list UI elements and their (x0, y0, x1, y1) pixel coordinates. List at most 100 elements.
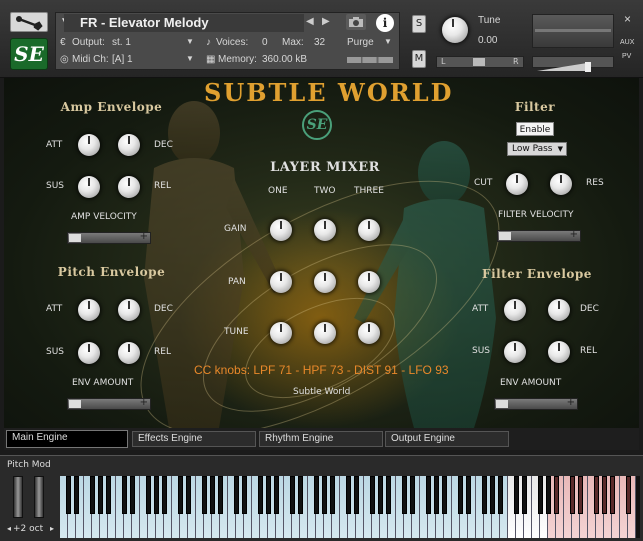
amp-decay-knob[interactable] (118, 134, 140, 156)
filter-sustain-knob[interactable] (504, 341, 526, 363)
purge-button[interactable]: Purge (347, 37, 374, 48)
black-key[interactable] (129, 476, 135, 514)
tune-knob[interactable] (442, 17, 468, 43)
black-key[interactable] (369, 476, 375, 514)
black-key[interactable] (609, 476, 615, 514)
purge-dropdown-icon[interactable]: ▼ (384, 37, 392, 46)
pitch-sustain-knob[interactable] (78, 342, 100, 364)
layer-one-pan-knob[interactable] (270, 271, 292, 293)
black-key[interactable] (409, 476, 415, 514)
pitch-bend-wheel[interactable] (13, 476, 23, 518)
pitch-env-amount-slider[interactable]: + (67, 397, 151, 410)
pitch-attack-knob[interactable] (78, 299, 100, 321)
black-key[interactable] (233, 476, 239, 514)
black-key[interactable] (313, 476, 319, 514)
black-key[interactable] (353, 476, 359, 514)
amp-velocity-slider[interactable]: + (67, 231, 151, 244)
filter-cutoff-knob[interactable] (506, 173, 528, 195)
black-key[interactable] (625, 476, 631, 514)
black-key[interactable] (537, 476, 543, 514)
black-key[interactable] (217, 476, 223, 514)
tune-value[interactable]: 0.00 (478, 35, 497, 46)
black-key[interactable] (497, 476, 503, 514)
black-key[interactable] (345, 476, 351, 514)
black-key[interactable] (569, 476, 575, 514)
pv-button[interactable]: PV (622, 53, 631, 60)
octave-down-icon[interactable]: ◂ (7, 524, 11, 533)
midi-channel-select[interactable]: [A] 1 (112, 54, 133, 65)
black-key[interactable] (441, 476, 447, 514)
octave-up-icon[interactable]: ▸ (50, 524, 54, 533)
black-key[interactable] (289, 476, 295, 514)
midi-dropdown-icon[interactable]: ▼ (186, 54, 194, 63)
black-key[interactable] (593, 476, 599, 514)
layer-two-gain-knob[interactable] (314, 219, 336, 241)
wrench-button[interactable] (10, 12, 48, 32)
black-key[interactable] (153, 476, 159, 514)
black-key[interactable] (209, 476, 215, 514)
black-key[interactable] (513, 476, 519, 514)
amp-attack-knob[interactable] (78, 134, 100, 156)
black-key[interactable] (577, 476, 583, 514)
tab-main-engine[interactable]: Main Engine (6, 430, 128, 448)
black-key[interactable] (145, 476, 151, 514)
amp-release-knob[interactable] (118, 176, 140, 198)
filter-enable-button[interactable]: Enable (516, 122, 554, 136)
black-key[interactable] (73, 476, 79, 514)
black-key[interactable] (401, 476, 407, 514)
info-icon[interactable]: i (376, 14, 394, 32)
black-key[interactable] (553, 476, 559, 514)
black-key[interactable] (425, 476, 431, 514)
solo-button[interactable]: S (412, 15, 426, 33)
layer-one-gain-knob[interactable] (270, 219, 292, 241)
aux-button[interactable]: AUX (620, 39, 634, 46)
black-key[interactable] (257, 476, 263, 514)
prev-instrument-icon[interactable]: ◀ (306, 16, 314, 27)
black-key[interactable] (321, 476, 327, 514)
layer-three-pan-knob[interactable] (358, 271, 380, 293)
layer-three-gain-knob[interactable] (358, 219, 380, 241)
layer-three-tune-knob[interactable] (358, 322, 380, 344)
close-button[interactable]: × (624, 12, 631, 26)
tab-effects-engine[interactable]: Effects Engine (132, 431, 256, 447)
black-key[interactable] (465, 476, 471, 514)
layer-two-pan-knob[interactable] (314, 271, 336, 293)
amp-sustain-knob[interactable] (78, 176, 100, 198)
layer-two-tune-knob[interactable] (314, 322, 336, 344)
filter-resonance-knob[interactable] (550, 173, 572, 195)
black-key[interactable] (385, 476, 391, 514)
black-key[interactable] (121, 476, 127, 514)
pitch-decay-knob[interactable] (118, 299, 140, 321)
mod-wheel[interactable] (34, 476, 44, 518)
black-key[interactable] (161, 476, 167, 514)
black-key[interactable] (601, 476, 607, 514)
pitch-release-knob[interactable] (118, 342, 140, 364)
black-key[interactable] (545, 476, 551, 514)
black-key[interactable] (273, 476, 279, 514)
black-key[interactable] (241, 476, 247, 514)
output-select[interactable]: st. 1 (112, 37, 131, 48)
black-key[interactable] (65, 476, 71, 514)
tab-output-engine[interactable]: Output Engine (385, 431, 509, 447)
black-key[interactable] (105, 476, 111, 514)
black-key[interactable] (201, 476, 207, 514)
black-key[interactable] (185, 476, 191, 514)
filter-decay-knob[interactable] (548, 299, 570, 321)
mute-button[interactable]: M (412, 50, 426, 68)
filter-attack-knob[interactable] (504, 299, 526, 321)
black-key[interactable] (377, 476, 383, 514)
black-key[interactable] (457, 476, 463, 514)
camera-icon[interactable] (346, 14, 366, 30)
instrument-name[interactable]: FR - Elevator Melody (64, 14, 304, 32)
piano-keyboard[interactable] (60, 476, 640, 538)
filter-mode-select[interactable]: Low Pass ▼ (507, 142, 567, 156)
layer-one-tune-knob[interactable] (270, 322, 292, 344)
tab-rhythm-engine[interactable]: Rhythm Engine (259, 431, 383, 447)
black-key[interactable] (433, 476, 439, 514)
filter-env-amount-slider[interactable]: + (494, 397, 578, 410)
next-instrument-icon[interactable]: ▶ (322, 16, 330, 27)
black-key[interactable] (521, 476, 527, 514)
filter-release-knob[interactable] (548, 341, 570, 363)
volume-slider[interactable] (532, 56, 614, 72)
black-key[interactable] (329, 476, 335, 514)
